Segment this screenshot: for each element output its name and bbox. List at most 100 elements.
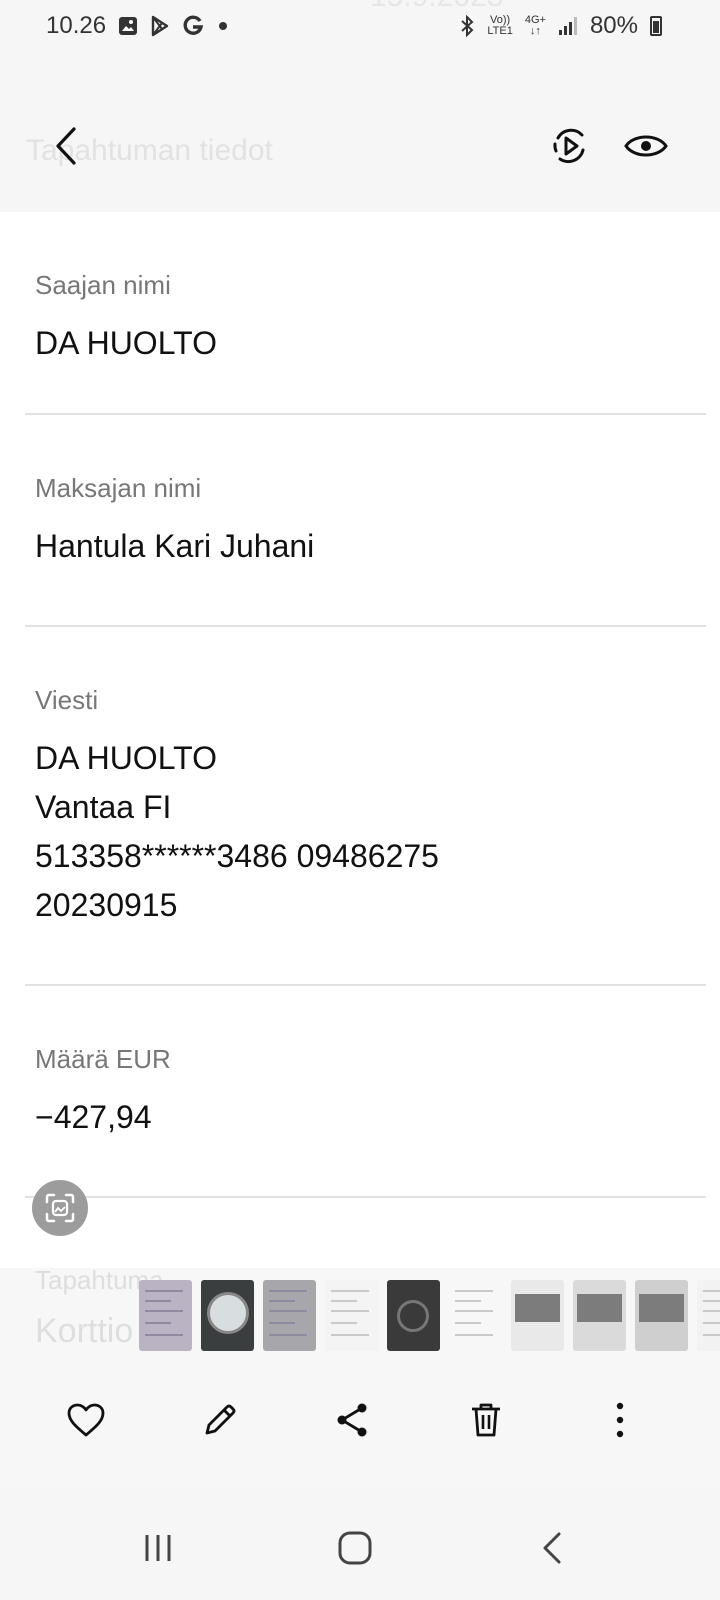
thumbnail-detail	[703, 1310, 720, 1312]
thumbnail-detail	[331, 1310, 369, 1312]
thumbnail-detail	[269, 1290, 307, 1292]
thumbnail-detail	[703, 1290, 720, 1292]
status-ghost-date: 15.9.2023	[370, 0, 503, 14]
thumbnail-detail	[331, 1300, 357, 1302]
back-icon	[543, 1532, 561, 1564]
thumbnail-detail	[703, 1334, 720, 1336]
status-time: 10.26	[46, 12, 107, 39]
home-button[interactable]	[325, 1518, 385, 1578]
thumbnail-listing[interactable]	[573, 1280, 626, 1351]
back-button[interactable]	[44, 122, 88, 170]
view-button[interactable]	[622, 122, 670, 170]
faded-field-value: Korttio	[35, 1312, 134, 1350]
more-vertical-icon	[616, 1402, 624, 1438]
thumbnail-document[interactable]	[263, 1280, 316, 1351]
gallery-icon	[118, 16, 138, 36]
thumbnail-screenshot[interactable]	[697, 1280, 720, 1351]
home-icon	[338, 1531, 372, 1565]
chevron-left-icon	[56, 127, 76, 165]
recents-button[interactable]	[128, 1518, 188, 1578]
thumbnail-detail	[145, 1290, 183, 1292]
field-value: Hantula Kari Juhani	[35, 528, 315, 564]
field-message: Viesti DA HUOLTO Vantaa FI 513358******3…	[25, 627, 706, 986]
status-left: 10.26	[46, 12, 230, 40]
field-recipient: Saajan nimi DA HUOLTO	[25, 212, 706, 415]
volte-icon: Vo)) LTE1	[487, 14, 513, 37]
field-value: −427,94	[35, 1099, 152, 1135]
network-type-icon: 4G+ ↓↑	[524, 14, 546, 37]
thumbnail-detail	[145, 1300, 171, 1302]
edit-icon	[205, 1404, 236, 1435]
scan-text-icon	[45, 1193, 75, 1223]
thumbnail-dashboard[interactable]	[387, 1280, 440, 1351]
thumbnail-document[interactable]	[139, 1280, 192, 1351]
thumbnail-listing[interactable]	[635, 1280, 688, 1351]
thumbnail-detail	[397, 1300, 429, 1332]
delete-button[interactable]	[456, 1382, 516, 1458]
thumbnail-detail	[455, 1310, 493, 1312]
battery-icon	[650, 16, 662, 36]
thumbnail-detail	[331, 1290, 369, 1292]
app-bar: Tapahtuman tiedot	[0, 52, 720, 212]
navigation-bar	[0, 1490, 720, 1600]
field-payer: Maksajan nimi Hantula Kari Juhani	[25, 415, 706, 627]
thumbnail-detail	[145, 1334, 183, 1336]
field-value: DA HUOLTO	[35, 325, 217, 361]
thumbnail-screenshot[interactable]	[325, 1280, 378, 1351]
share-icon	[337, 1403, 367, 1437]
thumbnail-screenshot[interactable]	[449, 1280, 502, 1351]
thumbnail-detail	[269, 1300, 295, 1302]
field-value-line: 513358******3486 09486275	[35, 838, 439, 874]
scan-text-button[interactable]	[32, 1180, 88, 1236]
thumbnail-detail	[145, 1322, 171, 1324]
thumbnail-detail	[331, 1334, 369, 1336]
thumbnail-detail	[145, 1310, 183, 1312]
thumbnail-detail	[331, 1322, 357, 1324]
thumbnail-listing[interactable]	[511, 1280, 564, 1351]
thumbnail-detail	[455, 1322, 481, 1324]
dot-icon	[216, 19, 230, 33]
edit-button[interactable]	[190, 1382, 250, 1458]
action-bar	[0, 1382, 720, 1458]
thumbnail-detail	[639, 1294, 684, 1322]
thumbnail-detail	[269, 1334, 307, 1336]
eye-icon	[624, 135, 668, 157]
thumbnail-detail	[207, 1292, 249, 1334]
system-back-button[interactable]	[522, 1518, 582, 1578]
field-value-line: DA HUOLTO	[35, 740, 217, 776]
status-right: Vo)) LTE1 4G+ ↓↑ 80%	[459, 12, 662, 40]
more-options-button[interactable]	[590, 1382, 650, 1458]
thumbnail-detail	[455, 1300, 481, 1302]
transaction-details: Saajan nimi DA HUOLTO Maksajan nimi Hant…	[0, 212, 720, 1198]
status-bar: 15.9.2023 10.26 Vo)) LTE1 4G+ ↓↑ 80%	[0, 0, 720, 52]
thumbnail-detail	[269, 1322, 295, 1324]
favorite-button[interactable]	[56, 1382, 116, 1458]
field-label: Saajan nimi	[35, 270, 171, 300]
thumbnail-strip[interactable]	[139, 1280, 720, 1352]
thumbnail-detail	[269, 1310, 307, 1312]
field-label: Määrä EUR	[35, 1044, 171, 1074]
field-value-line: Vantaa FI	[35, 789, 172, 825]
thumbnail-part[interactable]	[201, 1280, 254, 1351]
bluetooth-icon	[459, 15, 475, 37]
field-label: Viesti	[35, 685, 99, 715]
thumbnail-detail	[455, 1334, 493, 1336]
thumbnail-detail	[703, 1300, 720, 1302]
signal-icon	[558, 16, 578, 36]
field-amount: Määrä EUR −427,94	[25, 986, 706, 1198]
motion-photo-button[interactable]	[548, 122, 592, 170]
thumbnail-detail	[455, 1290, 493, 1292]
recents-icon	[145, 1535, 171, 1561]
thumbnail-detail	[577, 1294, 622, 1322]
field-value-line: 20230915	[35, 887, 178, 923]
motion-photo-icon	[553, 128, 585, 164]
thumbnail-detail	[703, 1322, 720, 1324]
battery-percent: 80%	[589, 12, 638, 39]
share-button[interactable]	[322, 1382, 382, 1458]
field-label: Maksajan nimi	[35, 473, 202, 503]
play-store-icon	[150, 15, 170, 37]
trash-icon	[472, 1403, 500, 1437]
thumbnail-detail	[515, 1294, 560, 1322]
heart-icon	[67, 1403, 105, 1437]
google-icon	[182, 15, 204, 37]
